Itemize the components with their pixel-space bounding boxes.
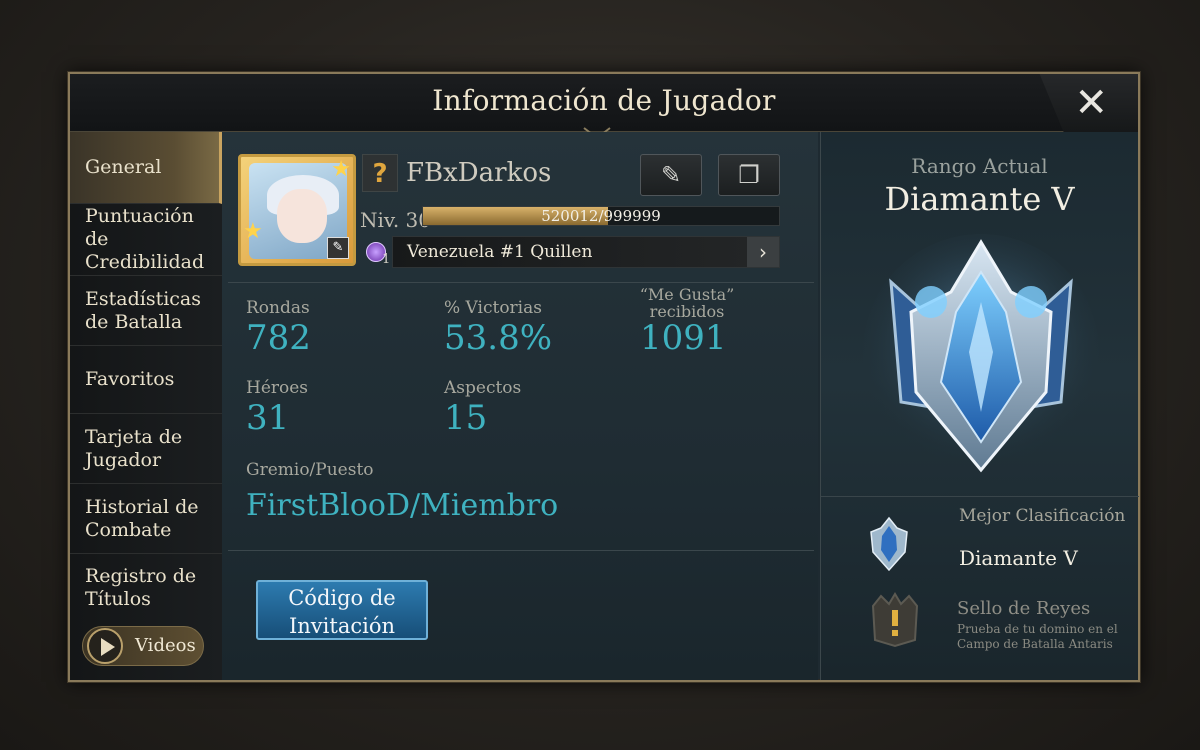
club-name: Venezuela #1 Quillen [407, 242, 593, 262]
sidebar-item-general[interactable]: General [70, 132, 222, 204]
copy-button[interactable]: ❐ [718, 154, 780, 196]
gremio-value[interactable]: FirstBlooD/Miembro [246, 488, 558, 523]
videos-button[interactable]: Videos [82, 626, 204, 666]
play-icon [87, 628, 123, 664]
heroes-value: 31 [246, 398, 290, 438]
sidebar: General Puntuación de Credibilidad Estad… [70, 132, 222, 680]
best-rank-value: Diamante V [959, 546, 1078, 570]
close-icon: ✕ [1074, 80, 1108, 126]
star-icon: ★ [331, 157, 351, 182]
help-badge[interactable]: ? [362, 154, 398, 192]
rondas-label: Rondas [246, 298, 310, 318]
sidebar-item-label: General [85, 156, 162, 178]
rondas-value: 782 [246, 318, 311, 358]
divider [821, 496, 1139, 497]
diamond-rank-emblem-icon[interactable] [861, 232, 1101, 482]
invite-code-button[interactable]: Código de Invitación [256, 580, 428, 640]
club-bar[interactable]: Venezuela #1 Quillen › [392, 236, 780, 268]
player-info-window: Información de Jugador ✕ General Puntuac… [68, 72, 1140, 682]
aspectos-value: 15 [444, 398, 488, 438]
victorias-label: % Victorias [444, 298, 542, 318]
xp-text: 520012/999999 [541, 207, 661, 225]
divider [228, 550, 814, 551]
sidebar-item-favorites[interactable]: Favoritos [70, 346, 222, 414]
likes-label: “Me Gusta” recibidos [639, 285, 735, 321]
heroes-label: Héroes [246, 378, 309, 398]
pencil-icon: ✎ [660, 161, 682, 189]
rank-panel: Rango Actual Diamante V Mejor Clasificac… [820, 132, 1139, 680]
player-name: FBxDarkos [406, 158, 552, 188]
sidebar-item-label: Tarjeta de Jugador [85, 425, 183, 471]
edit-name-button[interactable]: ✎ [640, 154, 702, 196]
sidebar-item-label: Historial de Combate [85, 495, 199, 541]
xp-bar: 520012/999999 [422, 206, 780, 226]
copy-icon: ❐ [738, 161, 760, 189]
videos-label: Videos [135, 635, 196, 656]
sidebar-item-label: Registro de Títulos [85, 565, 197, 610]
best-rank-label: Mejor Clasificación [959, 506, 1126, 526]
sidebar-item-label: Puntuación de Credibilidad [85, 205, 205, 273]
avatar[interactable]: ★ ★ ✎ [238, 154, 356, 266]
sidebar-item-label: Estadísticas de Batalla [85, 287, 202, 333]
victorias-value: 53.8% [444, 318, 553, 358]
seal-description: Prueba de tu domino en el Campo de Batal… [957, 622, 1118, 651]
likes-value: 1091 [640, 318, 727, 358]
divider [228, 282, 814, 283]
edit-avatar-icon[interactable]: ✎ [327, 237, 349, 259]
best-rank-emblem-icon [870, 516, 908, 572]
current-rank-name: Diamante V [884, 180, 1075, 218]
sidebar-item-label: Favoritos [85, 368, 175, 390]
aspectos-label: Aspectos [444, 378, 522, 398]
sidebar-item-player-card[interactable]: Tarjeta de Jugador [70, 414, 222, 484]
level-label: Niv. 30 [360, 208, 431, 232]
window-title: Información de Jugador [432, 84, 776, 117]
sidebar-item-credibility[interactable]: Puntuación de Credibilidad [70, 204, 222, 276]
general-panel: ★ ★ ✎ ? FBxDarkos ✎ ❐ Niv. 30 520012/999… [222, 132, 818, 680]
title-bar: Información de Jugador ✕ [70, 74, 1138, 140]
current-rank-label: Rango Actual [911, 154, 1048, 178]
gremio-label: Gremio/Puesto [246, 460, 374, 480]
kings-seal-icon [871, 592, 919, 648]
avatar-face [277, 189, 327, 243]
sidebar-item-titles[interactable]: Registro de Títulos [70, 554, 222, 622]
star-icon: ★ [243, 219, 263, 244]
sidebar-item-combat-history[interactable]: Historial de Combate [70, 484, 222, 554]
rank-number: 1 [382, 252, 391, 267]
chevron-right-icon[interactable]: › [747, 237, 779, 267]
sidebar-item-battle-stats[interactable]: Estadísticas de Batalla [70, 276, 222, 346]
seal-title: Sello de Reyes [957, 598, 1091, 619]
